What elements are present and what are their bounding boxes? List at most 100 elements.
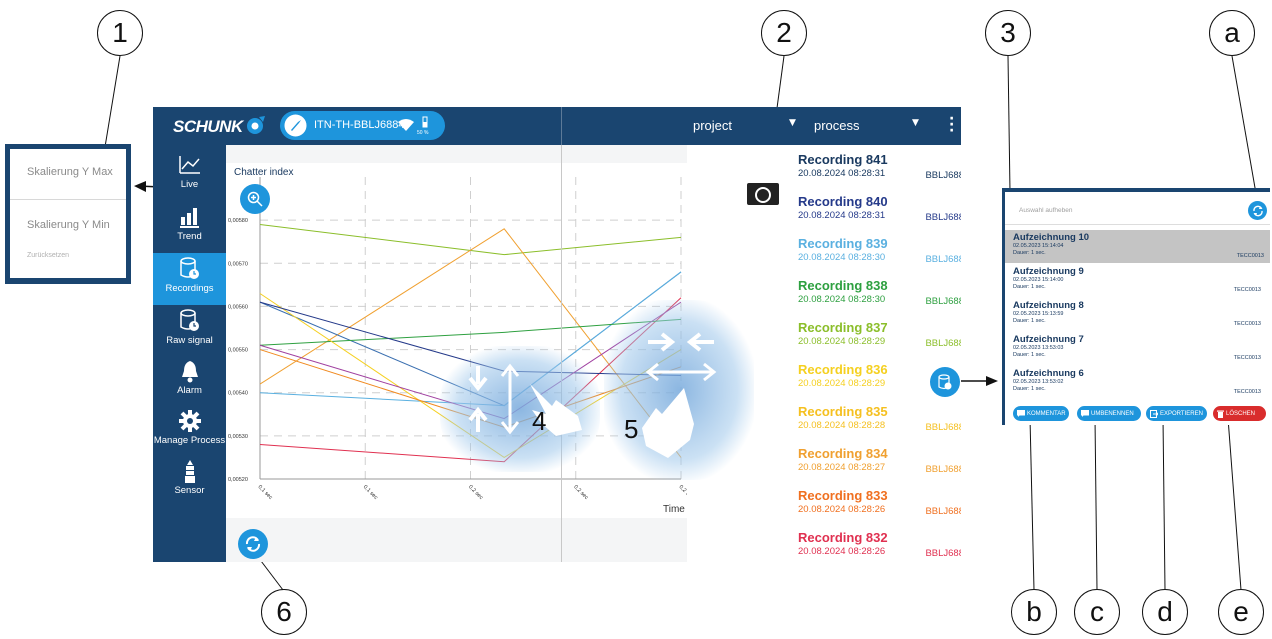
recording-row[interactable]: Aufzeichnung 9 02.05.2023 15:14:00 Dauer: … xyxy=(1013,264,1265,297)
recording-device-id: BBLJ688 xyxy=(925,506,961,517)
delete-label: LÖSCHEN xyxy=(1226,410,1256,417)
export-icon xyxy=(1150,409,1158,418)
refresh-button[interactable] xyxy=(238,529,268,559)
recording-row-date: 02.05.2023 15:13:59 xyxy=(1013,311,1064,317)
recording-device-id: BBLJ688 xyxy=(925,170,961,181)
project-select[interactable]: project xyxy=(693,118,732,133)
recording-title: Recording 841 xyxy=(798,152,888,167)
recording-title: Recording 835 xyxy=(798,404,888,419)
sidebar-item-label: Manage Process xyxy=(153,435,226,446)
bar-chart-icon xyxy=(180,208,199,228)
recording-item[interactable]: Recording 835 20.08.2024 08:28:28 BBLJ688 xyxy=(798,404,961,446)
database-clock-icon xyxy=(180,257,199,279)
y-tick-label: 0,00520 xyxy=(228,477,248,483)
deselect-button[interactable]: Auswahl aufheben xyxy=(1019,207,1073,214)
bell-icon xyxy=(182,361,198,383)
recording-item[interactable]: Recording 838 20.08.2024 08:28:30 BBLJ688 xyxy=(798,278,961,320)
chevron-down-icon[interactable]: ▼ xyxy=(912,118,919,128)
comment-icon xyxy=(1017,410,1025,417)
recording-title: Recording 832 xyxy=(798,530,888,545)
sidebar-item-alarm[interactable]: Alarm xyxy=(153,355,226,407)
x-tick-label: 0,1 sec xyxy=(257,484,274,501)
recording-row-title: Aufzeichnung 6 xyxy=(1013,368,1084,379)
export-button[interactable]: EXPORTIEREN xyxy=(1146,406,1207,421)
line-chart-icon xyxy=(179,156,200,174)
device-pill[interactable]: ITN-TH-BBLJ6884 50 % xyxy=(280,111,445,140)
zoom-in-icon xyxy=(247,191,263,207)
device-name: ITN-TH-BBLJ6884 xyxy=(314,119,405,131)
recording-row-date: 02.05.2023 15:14:00 xyxy=(1013,277,1064,283)
schunk-logo-icon xyxy=(247,116,265,134)
callout-2: 2 xyxy=(761,10,807,56)
delete-button[interactable]: LÖSCHEN xyxy=(1213,406,1266,421)
recording-item[interactable]: Recording 833 20.08.2024 08:28:26 BBLJ688 xyxy=(798,488,961,530)
sidebar-item-sensor[interactable]: Sensor xyxy=(153,455,226,507)
recording-row-date: 02.05.2023 13:53:02 xyxy=(1013,379,1064,385)
recording-item[interactable]: Recording 840 20.08.2024 08:28:31 BBLJ688 xyxy=(798,194,961,236)
recording-row[interactable]: Aufzeichnung 6 02.05.2023 13:53:02 Dauer: … xyxy=(1013,366,1265,399)
screenshot-button[interactable] xyxy=(747,183,779,205)
callout-3: 3 xyxy=(985,10,1031,56)
sidebar-item-trend[interactable]: Trend xyxy=(153,201,226,253)
comment-icon xyxy=(1081,410,1089,417)
recording-title: Recording 840 xyxy=(798,194,888,209)
recording-device-id: BBLJ688 xyxy=(925,212,961,223)
chevron-down-icon[interactable]: ▼ xyxy=(789,118,796,128)
sidebar-item-label: Live xyxy=(180,179,199,190)
recording-title: Recording 833 xyxy=(798,488,888,503)
recording-row-date: 02.05.2023 15:14:04 xyxy=(1013,243,1064,249)
camera-icon xyxy=(755,183,771,203)
recording-options-button[interactable] xyxy=(930,367,960,397)
rename-button[interactable]: UMBENENNEN xyxy=(1077,406,1141,421)
callout-d: d xyxy=(1142,589,1188,635)
sidebar-item-label: Sensor xyxy=(174,485,205,496)
recording-row-code: TECC0013 xyxy=(1233,389,1261,395)
sidebar-item-raw-signal[interactable]: Raw signal xyxy=(153,305,226,357)
recording-row-code: TECC0013 xyxy=(1233,287,1261,293)
recording-row-duration: Dauer: 1 sec. xyxy=(1013,284,1046,290)
callout-6: 6 xyxy=(261,589,307,635)
sensor-icon xyxy=(185,460,195,483)
callout-b: b xyxy=(1011,589,1057,635)
sidebar-item-manage-process[interactable]: Manage Process xyxy=(153,405,226,457)
recording-row-duration: Dauer: 1 sec. xyxy=(1013,352,1046,358)
app-window: SCHUNK ITN-TH-BBLJ6884 50 % project ▼ pr… xyxy=(153,107,961,562)
reset-button[interactable]: Zurücksetzen xyxy=(10,252,126,266)
recording-device-id: BBLJ688 xyxy=(925,338,961,349)
recording-title: Recording 834 xyxy=(798,446,888,461)
recording-row[interactable]: Aufzeichnung 7 02.05.2023 13:53:03 Dauer: … xyxy=(1013,332,1265,365)
recording-item[interactable]: Recording 841 20.08.2024 08:28:31 BBLJ688 xyxy=(798,152,961,194)
sidebar-item-label: Raw signal xyxy=(166,335,213,346)
recording-row[interactable]: Aufzeichnung 10 02.05.2023 15:14:04 Dauer:… xyxy=(1005,230,1270,263)
hand-pointer-icon xyxy=(642,388,694,458)
recording-item[interactable]: Recording 834 20.08.2024 08:28:27 BBLJ688 xyxy=(798,446,961,488)
pinch-horizontal-icon xyxy=(645,332,717,382)
recording-row[interactable]: Aufzeichnung 8 02.05.2023 15:13:59 Dauer: … xyxy=(1013,298,1265,331)
sidebar-item-live[interactable]: Live xyxy=(153,149,226,201)
recording-device-id: BBLJ688 xyxy=(925,296,961,307)
recording-list: Recording 841 20.08.2024 08:28:31 BBLJ688 R… xyxy=(787,145,961,562)
more-vertical-icon[interactable]: · · · xyxy=(949,112,954,138)
recording-item[interactable]: Recording 832 20.08.2024 08:28:26 BBLJ688 xyxy=(798,530,961,562)
export-label: EXPORTIEREN xyxy=(1160,410,1203,417)
scale-dialog: Skalierung Y Max Skalierung Y Min Zurück… xyxy=(5,144,131,284)
scale-y-min-field[interactable]: Skalierung Y Min xyxy=(10,219,126,241)
recording-device-id: BBLJ688 xyxy=(925,548,961,559)
sidebar-item-recordings[interactable]: Recordings xyxy=(153,253,226,305)
recording-item[interactable]: Recording 837 20.08.2024 08:28:29 BBLJ688 xyxy=(798,320,961,362)
divider xyxy=(1005,224,1270,225)
zoom-button[interactable] xyxy=(240,184,270,214)
pinch-vertical-icon xyxy=(468,363,520,435)
battery-icon xyxy=(422,116,428,128)
callout-a: a xyxy=(1209,10,1255,56)
recording-item[interactable]: Recording 839 20.08.2024 08:28:30 BBLJ688 xyxy=(798,236,961,278)
comment-button[interactable]: KOMMENTAR xyxy=(1013,406,1069,421)
process-select[interactable]: process xyxy=(814,118,860,133)
top-bar: SCHUNK ITN-TH-BBLJ6884 50 % project ▼ pr… xyxy=(153,107,961,145)
callout-c: c xyxy=(1074,589,1120,635)
recording-device-id: BBLJ688 xyxy=(925,254,961,265)
scale-y-max-field[interactable]: Skalierung Y Max xyxy=(10,166,126,188)
sidebar-item-label: Trend xyxy=(177,231,202,242)
x-tick-label: 0,1 sec xyxy=(362,484,379,501)
refresh-button[interactable] xyxy=(1248,201,1267,220)
